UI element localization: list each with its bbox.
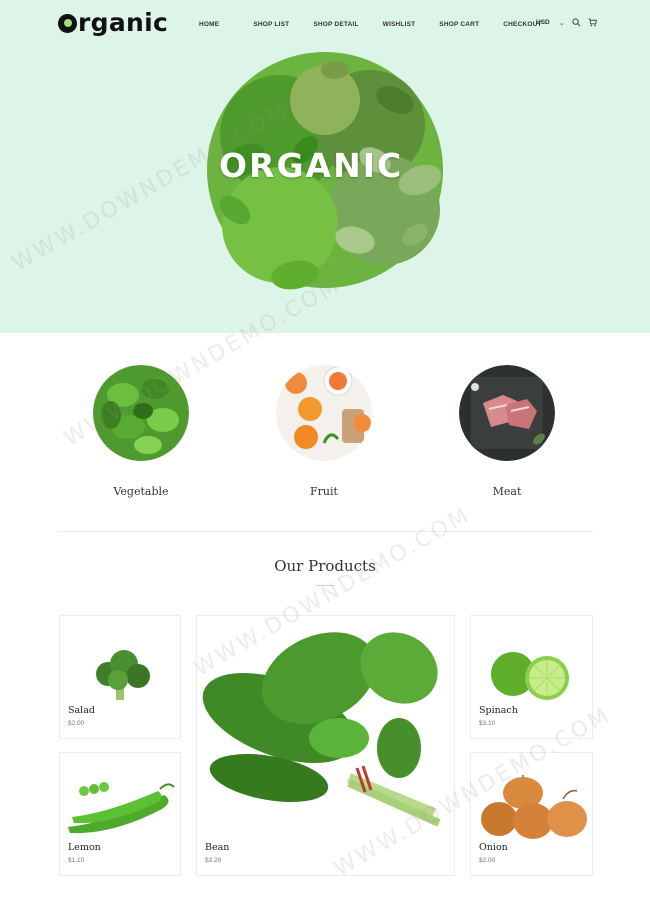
section-title: Our Products (274, 557, 376, 575)
title-underline (316, 585, 334, 586)
product-card-lemon[interactable]: Lemon $1.10 (59, 752, 181, 876)
hero-headline: ORGANIC (219, 146, 404, 185)
logo-text: rganic (78, 8, 169, 37)
chevron-down-icon[interactable]: ⌄ (559, 19, 565, 27)
onion-image (481, 775, 587, 839)
fruit-image (276, 365, 372, 461)
category-fruit[interactable]: Fruit (274, 365, 374, 498)
product-price: $1.10 (68, 857, 85, 864)
product-name[interactable]: Lemon (68, 842, 101, 853)
product-card-spinach[interactable]: Spinach $3.10 (470, 615, 593, 739)
product-card-salad[interactable]: Salad $2.00 (59, 615, 181, 739)
product-price: $2.00 (479, 857, 496, 864)
product-name[interactable]: Bean (205, 842, 229, 853)
product-name[interactable]: Spinach (479, 705, 518, 716)
site-logo[interactable]: rganic (58, 8, 168, 37)
peas-image (68, 782, 175, 834)
product-card-onion[interactable]: Onion $2.00 (470, 752, 593, 876)
category-label: Fruit (310, 485, 338, 498)
product-name[interactable]: Onion (479, 842, 508, 853)
nav-shop-detail[interactable]: SHOP DETAIL (313, 21, 358, 28)
hero-banner: rganic HOME SHOP LIST SHOP DETAIL WISHLI… (0, 0, 650, 333)
product-price: $2.00 (68, 720, 85, 727)
nav-shop-list[interactable]: SHOP LIST (253, 21, 289, 28)
product-name[interactable]: Salad (68, 705, 95, 716)
vegetable-image (93, 365, 189, 461)
header-tools: USD ⌄ (536, 18, 597, 27)
nav-shop-cart[interactable]: SHOP CART (439, 21, 479, 28)
nav-wishlist[interactable]: WISHLIST (383, 21, 416, 28)
product-card-bean[interactable]: Bean $3.20 (196, 615, 455, 876)
category-vegetable[interactable]: Vegetable (91, 365, 191, 498)
spinach-bunch-image (202, 632, 441, 827)
product-price: $3.20 (205, 857, 222, 864)
section-divider (58, 531, 593, 532)
lime-image (491, 652, 569, 700)
cart-icon[interactable] (588, 18, 597, 27)
currency-selector[interactable]: USD (536, 19, 550, 26)
category-label: Meat (492, 485, 522, 498)
meat-image (459, 365, 555, 461)
category-meat[interactable]: Meat (457, 365, 557, 498)
broccoli-image (96, 650, 150, 700)
product-price: $3.10 (479, 720, 496, 727)
category-label: Vegetable (113, 485, 169, 498)
logo-mark-icon (58, 14, 77, 33)
search-icon[interactable] (572, 18, 581, 27)
main-nav: HOME SHOP LIST SHOP DETAIL WISHLIST SHOP… (199, 21, 542, 28)
nav-home[interactable]: HOME (199, 21, 219, 28)
